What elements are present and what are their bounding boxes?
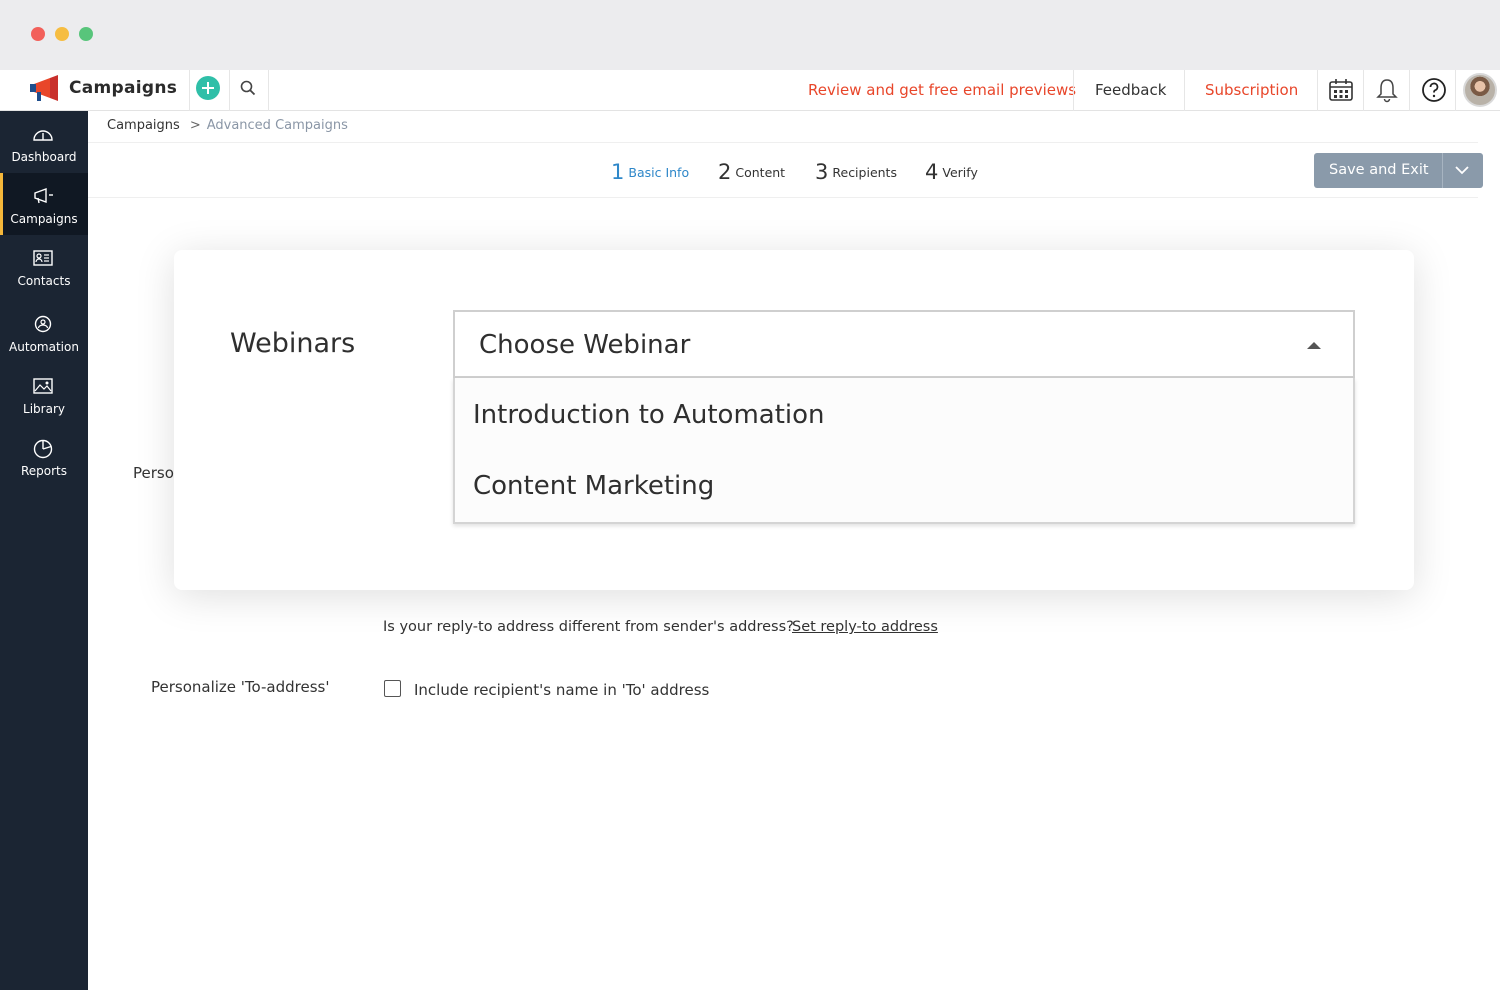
sidebar-item-label: Library	[23, 402, 65, 416]
step-verify[interactable]: 4 Verify	[925, 160, 978, 184]
sidebar: Dashboard Campaigns Contacts Automation	[0, 111, 88, 990]
image-icon	[33, 378, 53, 394]
webinar-dropdown-list: Introduction to Automation Content Marke…	[453, 378, 1355, 524]
reply-to-question: Is your reply-to address different from …	[383, 619, 794, 635]
breadcrumb-current: Advanced Campaigns	[206, 118, 348, 133]
step-number: 1	[611, 160, 625, 184]
include-recipient-name-checkbox[interactable]	[384, 680, 401, 697]
step-number: 2	[718, 160, 732, 184]
close-window-button[interactable]	[31, 27, 45, 41]
feedback-link[interactable]: Feedback	[1095, 81, 1166, 99]
step-label: Verify	[942, 165, 978, 180]
step-recipients[interactable]: 3 Recipients	[815, 160, 897, 184]
window-titlebar	[0, 0, 1500, 70]
save-and-exit-button[interactable]: Save and Exit	[1314, 153, 1483, 188]
sidebar-item-label: Dashboard	[11, 150, 77, 164]
add-button[interactable]	[196, 76, 220, 100]
step-label: Content	[735, 165, 786, 180]
step-number: 4	[925, 160, 939, 184]
webinar-option[interactable]: Content Marketing	[473, 471, 714, 501]
include-recipient-name-label[interactable]: Include recipient's name in 'To' address	[414, 681, 709, 699]
sidebar-item-library[interactable]: Library	[0, 363, 88, 425]
minimize-window-button[interactable]	[55, 27, 69, 41]
personalize-label-partial: Perso	[133, 464, 174, 482]
step-label: Recipients	[832, 165, 897, 180]
campaigns-logo-icon	[30, 75, 58, 101]
breadcrumb-root[interactable]: Campaigns	[107, 118, 180, 133]
megaphone-icon	[34, 188, 53, 204]
breadcrumb: Campaigns > Advanced Campaigns	[107, 118, 348, 133]
breadcrumb-separator: >	[189, 118, 201, 133]
search-icon[interactable]	[240, 80, 256, 96]
app-title[interactable]: Campaigns	[69, 78, 177, 98]
webinars-label: Webinars	[230, 328, 356, 359]
sidebar-item-dashboard[interactable]: Dashboard	[0, 111, 88, 173]
save-and-exit-label: Save and Exit	[1329, 162, 1429, 178]
select-placeholder: Choose Webinar	[479, 330, 691, 360]
webinar-modal: Webinars Choose Webinar Introduction to …	[174, 250, 1414, 590]
sidebar-item-label: Contacts	[17, 274, 71, 288]
step-content[interactable]: 2 Content	[718, 160, 785, 184]
sidebar-item-automation[interactable]: Automation	[0, 301, 88, 363]
chevron-down-icon[interactable]	[1454, 163, 1470, 177]
sidebar-item-label: Campaigns	[10, 212, 78, 226]
sidebar-item-label: Reports	[20, 464, 68, 478]
top-bar: Campaigns Review and get free email prev…	[0, 70, 1500, 111]
subscription-link[interactable]: Subscription	[1205, 81, 1298, 99]
dashboard-icon	[33, 130, 53, 141]
webinar-option[interactable]: Introduction to Automation	[473, 400, 825, 430]
maximize-window-button[interactable]	[79, 27, 93, 41]
bell-icon[interactable]	[1374, 77, 1400, 103]
free-previews-link[interactable]: Review and get free email previews	[808, 81, 1076, 99]
sidebar-item-campaigns[interactable]: Campaigns	[0, 173, 88, 235]
calendar-icon[interactable]	[1328, 77, 1354, 103]
sidebar-item-reports[interactable]: Reports	[0, 425, 88, 487]
caret-up-icon[interactable]	[1307, 342, 1321, 349]
pie-chart-icon	[33, 439, 53, 459]
help-icon[interactable]	[1421, 77, 1447, 103]
set-reply-to-link[interactable]: Set reply-to address	[792, 619, 938, 635]
personalize-to-address-label: Personalize 'To-address'	[151, 678, 330, 696]
step-basic-info[interactable]: 1 Basic Info	[611, 160, 689, 184]
step-number: 3	[815, 160, 829, 184]
contacts-icon	[33, 250, 53, 266]
user-avatar[interactable]	[1463, 73, 1497, 107]
choose-webinar-select[interactable]: Choose Webinar	[453, 310, 1355, 378]
sidebar-item-contacts[interactable]: Contacts	[0, 235, 88, 297]
automation-icon	[34, 315, 52, 333]
step-label: Basic Info	[628, 165, 690, 180]
sidebar-item-label: Automation	[9, 340, 79, 354]
